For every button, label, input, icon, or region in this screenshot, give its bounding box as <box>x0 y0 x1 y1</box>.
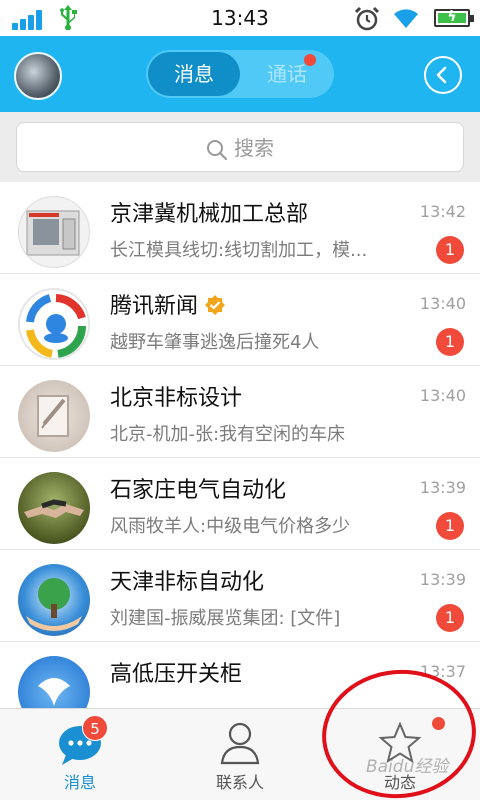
conversation-row[interactable]: 高低压开关柜 13:37 <box>0 642 480 708</box>
conversation-preview: 北京-机加-张:我有空闲的车床 <box>110 424 346 445</box>
conversation-name: 天津非标自动化 <box>110 570 265 595</box>
tab-label: 动态 <box>383 773 416 792</box>
conversation-time: 13:40 <box>419 386 466 405</box>
search-icon <box>207 139 228 160</box>
design-avatar <box>18 380 90 452</box>
feeds-unread-dot <box>432 717 445 730</box>
back-button[interactable] <box>424 56 462 94</box>
conversation-time: 13:37 <box>419 662 466 681</box>
contacts-icon <box>220 722 260 765</box>
messages-count-badge: 5 <box>82 715 108 741</box>
tencent-news-avatar <box>18 288 90 360</box>
unread-badge: 1 <box>436 236 464 264</box>
conversation-name: 京津冀机械加工总部 <box>110 202 309 227</box>
conversation-row[interactable]: 天津非标自动化 13:39 刘建国-振威展览集团: [文件] 1 <box>0 550 480 642</box>
conversation-preview: 长江模具线切:线切割加工，模... <box>110 240 368 261</box>
tab-bar-contacts[interactable]: 联系人 <box>180 709 300 800</box>
status-bar: 13:43 ϟ <box>0 0 480 36</box>
bottom-tab-bar: 5 消息 联系人 动态 <box>0 708 480 800</box>
chevron-left-icon <box>436 66 447 84</box>
alarm-icon <box>354 6 380 32</box>
search-area: 搜索 <box>0 112 480 182</box>
unread-badge: 1 <box>436 604 464 632</box>
header-bar: 消息 通话 <box>0 36 480 112</box>
my-avatar[interactable] <box>14 52 62 100</box>
wifi-icon <box>392 6 420 30</box>
globe-tree-avatar <box>18 564 90 636</box>
conversation-time: 13:39 <box>419 570 466 589</box>
conversation-row[interactable]: 京津冀机械加工总部 13:42 长江模具线切:线切割加工，模... 1 <box>0 182 480 274</box>
tab-label: 联系人 <box>215 773 264 792</box>
conversation-preview: 越野车肇事逃逸后撞死4人 <box>110 332 320 353</box>
verified-icon <box>205 295 226 315</box>
search-input[interactable]: 搜索 <box>16 122 464 172</box>
switch-avatar <box>18 656 90 708</box>
conversation-row[interactable]: 腾讯新闻 13:40 越野车肇事逃逸后撞死4人 1 <box>0 274 480 366</box>
conversation-preview: 刘建国-振威展览集团: [文件] <box>110 608 341 629</box>
conversation-row[interactable]: 石家庄电气自动化 13:39 风雨牧羊人:中级电气价格多少 1 <box>0 458 480 550</box>
unread-badge: 1 <box>436 512 464 540</box>
tab-bar-feeds[interactable]: 动态 <box>340 709 460 800</box>
conversation-time: 13:40 <box>419 294 466 313</box>
tab-calls[interactable]: 通话 <box>242 52 332 96</box>
search-placeholder: 搜索 <box>234 136 274 160</box>
conversation-time: 13:42 <box>419 202 466 221</box>
battery-charging-icon: ϟ <box>434 9 474 27</box>
star-icon <box>378 721 422 764</box>
unread-badge: 1 <box>436 328 464 356</box>
conversation-time: 13:39 <box>419 478 466 497</box>
machine-avatar <box>18 196 90 268</box>
conversation-name: 高低压开关柜 <box>110 662 243 687</box>
conversation-name: 腾讯新闻 <box>110 288 226 320</box>
conversation-name: 北京非标设计 <box>110 386 243 411</box>
tab-label: 消息 <box>63 773 96 792</box>
conversation-name: 石家庄电气自动化 <box>110 478 287 503</box>
handshake-avatar <box>18 472 90 544</box>
segmented-control: 消息 通话 <box>146 50 334 98</box>
tab-messages[interactable]: 消息 <box>148 52 240 96</box>
conversation-name-text: 腾讯新闻 <box>110 294 199 319</box>
calls-unread-dot <box>304 54 316 66</box>
conversation-preview: 风雨牧羊人:中级电气价格多少 <box>110 516 351 537</box>
conversation-row[interactable]: 北京非标设计 13:40 北京-机加-张:我有空闲的车床 <box>0 366 480 458</box>
tab-bar-messages[interactable]: 5 消息 <box>20 709 140 800</box>
conversation-list: 京津冀机械加工总部 13:42 长江模具线切:线切割加工，模... 1 腾讯新闻… <box>0 182 480 708</box>
